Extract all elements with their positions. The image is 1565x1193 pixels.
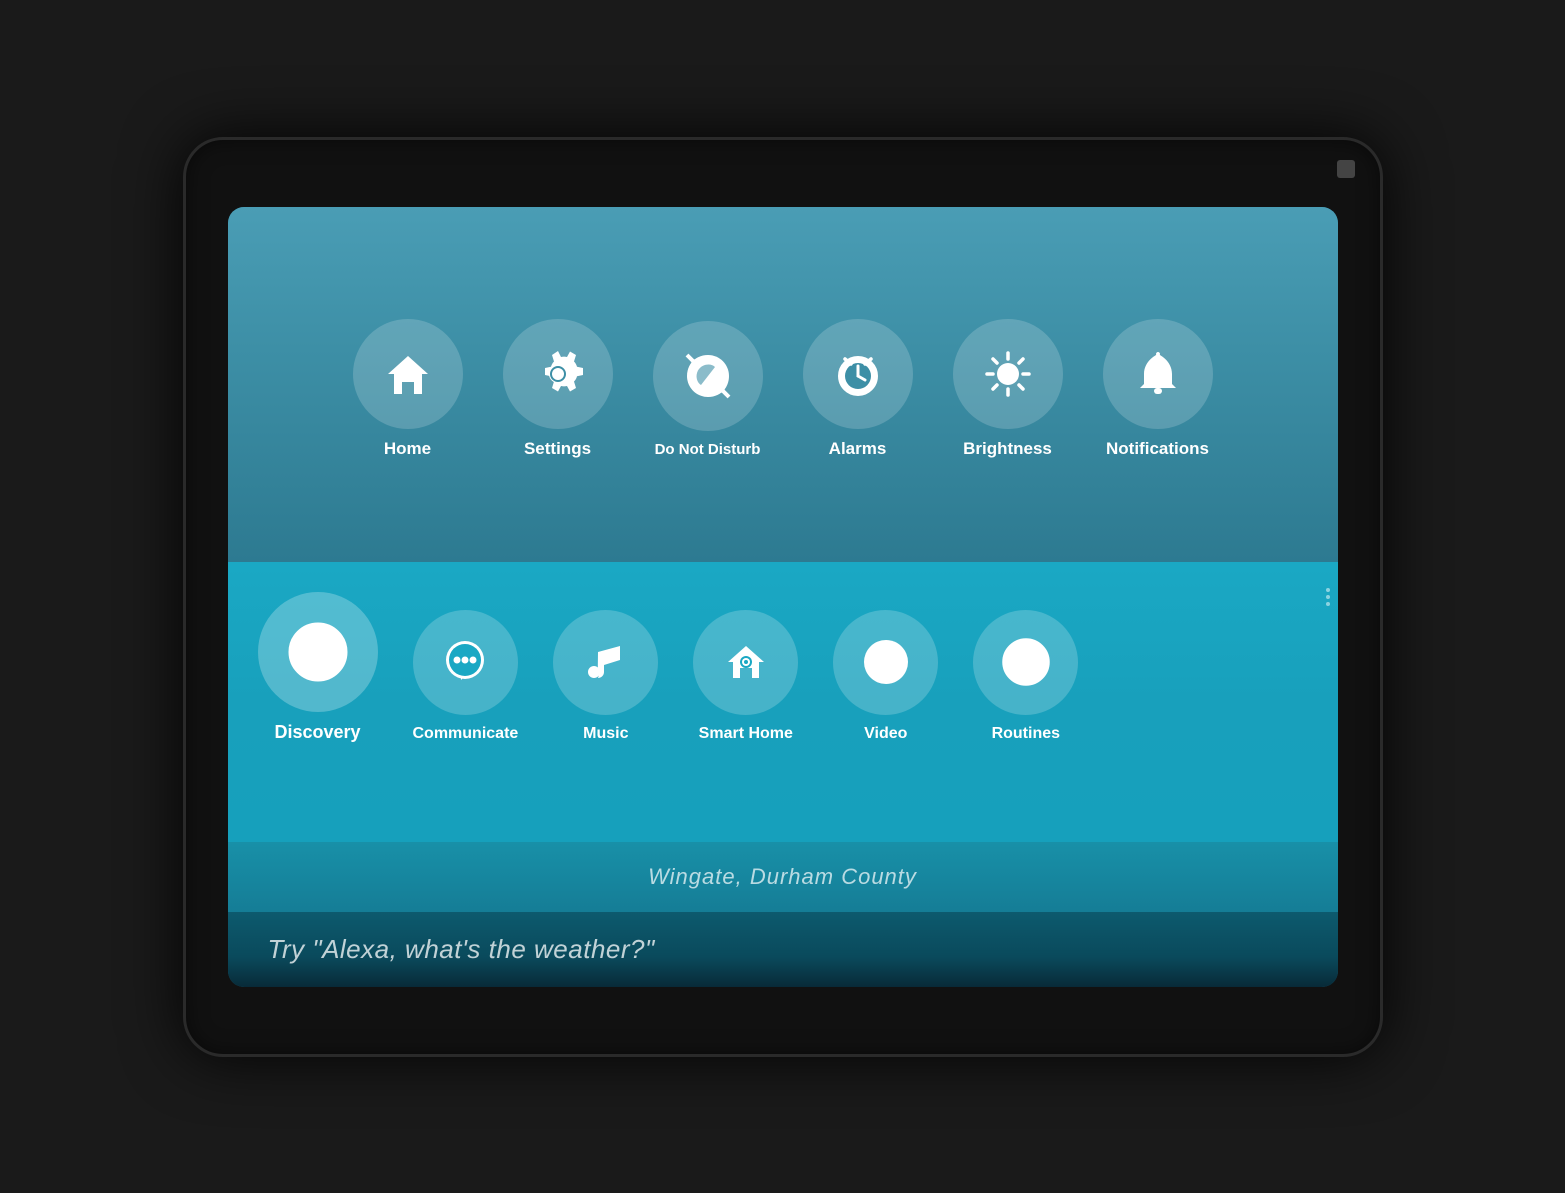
bottom-icon-row: Discovery Communicate <box>258 582 1079 758</box>
smart-home-icon-circle <box>693 610 798 715</box>
brightness-item[interactable]: Brightness <box>953 319 1063 459</box>
dnd-icon <box>679 347 737 405</box>
brightness-label: Brightness <box>963 439 1052 459</box>
play-icon <box>858 634 914 690</box>
hint-area: Try "Alexa, what's the weather?" <box>228 912 1338 987</box>
camera-dot <box>1337 160 1355 178</box>
compass-icon <box>287 621 349 683</box>
settings-item[interactable]: Settings <box>503 319 613 459</box>
discovery-item[interactable]: Discovery <box>258 582 378 743</box>
music-label: Music <box>583 725 628 743</box>
device-screen: Home Settings <box>228 207 1338 987</box>
settings-label: Settings <box>524 439 591 459</box>
music-item[interactable]: Music <box>553 610 658 743</box>
communicate-icon-circle <box>413 610 518 715</box>
alarms-label: Alarms <box>829 439 887 459</box>
music-icon-circle <box>553 610 658 715</box>
location-text: Wingate, Durham County <box>648 864 917 890</box>
smart-home-icon <box>718 634 774 690</box>
routines-item[interactable]: Routines <box>973 610 1078 743</box>
dot-3 <box>1326 602 1330 606</box>
discovery-icon-circle <box>258 592 378 712</box>
home-item[interactable]: Home <box>353 319 463 459</box>
echo-show-device: Home Settings <box>183 137 1383 1057</box>
settings-icon <box>529 345 587 403</box>
notifications-label: Notifications <box>1106 439 1209 459</box>
top-icon-row: Home Settings <box>353 319 1213 459</box>
dot-2 <box>1326 595 1330 599</box>
video-item[interactable]: Video <box>833 610 938 743</box>
video-icon-circle <box>833 610 938 715</box>
communicate-label: Communicate <box>413 725 519 743</box>
music-icon <box>578 634 634 690</box>
routines-icon-circle <box>973 610 1078 715</box>
dot-1 <box>1326 588 1330 592</box>
dnd-item[interactable]: Do Not Disturb <box>653 321 763 458</box>
home-icon <box>380 346 436 402</box>
bottom-section: Discovery Communicate <box>228 562 1338 842</box>
alarms-item[interactable]: Alarms <box>803 319 913 459</box>
alarms-icon <box>829 345 887 403</box>
home-label: Home <box>384 439 431 459</box>
routines-label: Routines <box>992 725 1060 743</box>
settings-icon-circle <box>503 319 613 429</box>
discovery-label: Discovery <box>274 722 360 743</box>
dnd-label: Do Not Disturb <box>655 441 761 458</box>
communicate-item[interactable]: Communicate <box>413 610 519 743</box>
hint-text: Try "Alexa, what's the weather?" <box>268 934 655 965</box>
notifications-icon <box>1130 346 1186 402</box>
smart-home-label: Smart Home <box>699 725 793 743</box>
brightness-icon <box>979 345 1037 403</box>
alarms-icon-circle <box>803 319 913 429</box>
brightness-icon-circle <box>953 319 1063 429</box>
chat-icon <box>437 634 493 690</box>
dots-menu[interactable] <box>1326 588 1330 606</box>
smart-home-item[interactable]: Smart Home <box>693 610 798 743</box>
dnd-icon-circle <box>653 321 763 431</box>
routines-icon <box>998 634 1054 690</box>
notifications-icon-circle <box>1103 319 1213 429</box>
video-label: Video <box>864 725 907 743</box>
home-icon-circle <box>353 319 463 429</box>
top-section: Home Settings <box>228 207 1338 562</box>
location-bar: Wingate, Durham County <box>228 842 1338 912</box>
notifications-item[interactable]: Notifications <box>1103 319 1213 459</box>
